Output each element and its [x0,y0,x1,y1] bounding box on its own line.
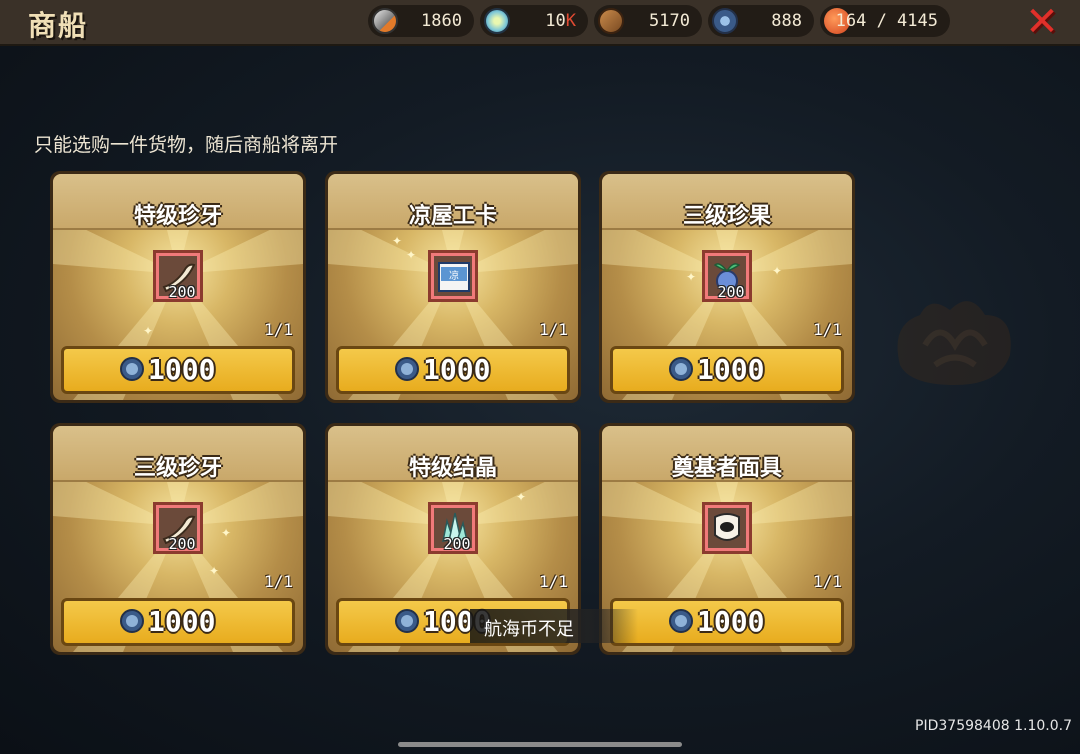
sea-coin-icon [395,357,419,381]
resource-wood: 5170 [594,5,702,37]
sea-coin-icon [669,357,693,381]
item-price: 1000 [697,353,765,386]
buy-button[interactable]: 1000 [336,346,570,394]
item-title: 三级珍牙 [133,456,222,481]
sparkle-icon: ✦ [516,490,527,504]
item-slot: 200 [153,502,203,554]
buy-button[interactable]: 1000 [610,346,844,394]
resource-iron-value: 1860 [421,11,462,31]
shop-card: 三级珍牙 200 ✦ ✦ 1/1 1000 [50,423,306,655]
shop-card: 特级珍牙 200 ✦ 1/1 1000 [50,171,306,403]
item-slot: 200 [153,250,203,302]
notice-text: 只能选购一件货物，随后商船将离开 [34,134,339,156]
sparkle-icon: ✦ [221,526,232,540]
shop-card: 凉屋工卡 凉 ✦ ✦ 1/1 1000 [325,171,581,403]
sea-coin-icon [120,357,144,381]
item-quantity: 200 [168,535,196,553]
item-price: 1000 [148,605,216,638]
item-slot: 200 [428,502,478,554]
item-stock: 1/1 [264,320,293,339]
item-slot: 凉 [428,250,478,302]
item-slot [702,502,752,554]
shop-card: 三级珍果 200 ✦ ✦ 1/1 1000 [599,171,855,403]
item-title: 特级结晶 [408,456,497,481]
item-price: 1000 [423,353,491,386]
page-title: 商船 [28,9,89,42]
resource-food-value: 164 / 4145 [835,11,938,31]
sparkle-icon: ✦ [772,264,783,278]
item-title: 奠基者面具 [671,456,782,481]
home-indicator[interactable] [398,742,682,747]
resource-crystal: 10K [480,5,588,37]
sparkle-icon: ✦ [143,324,154,338]
buy-button[interactable]: 1000 [61,598,295,646]
resource-sea-coin-value: 888 [771,11,802,31]
item-quantity: 200 [443,535,471,553]
iron-ore-icon [372,8,398,34]
toast-message: 航海币不足 [470,609,638,643]
item-stock: 1/1 [813,572,842,591]
id-card-text: 凉 [449,269,459,282]
item-price: 1000 [148,353,216,386]
item-title: 特级珍牙 [133,204,222,229]
resource-food: 164 / 4145 [820,5,950,37]
wood-log-icon [598,8,624,34]
item-stock: 1/1 [813,320,842,339]
resource-wood-value: 5170 [649,11,690,31]
item-slot: 200 [702,250,752,302]
top-bar: 商船 1860 10K 5170 888 164 / 4145 ✕ [0,0,1080,46]
item-quantity: 200 [717,283,745,301]
item-title: 三级珍果 [682,204,771,229]
sea-creature-silhouette [897,301,1011,385]
sea-coin-icon [120,609,144,633]
item-price: 1000 [697,605,765,638]
mask-icon [714,513,740,541]
sparkle-icon: ✦ [392,234,403,248]
close-button[interactable]: ✕ [1020,2,1064,42]
build-info: PID37598408 1.10.0.7 [915,718,1072,734]
item-quantity: 200 [168,283,196,301]
resource-crystal-suffix: K [565,11,576,31]
item-stock: 1/1 [264,572,293,591]
buy-button[interactable]: 1000 [61,346,295,394]
sparkle-icon: ✦ [209,564,220,578]
item-stock: 1/1 [539,320,568,339]
id-card-icon: 凉 [438,262,470,292]
toast-text: 航海币不足 [484,619,574,640]
sparkle-icon: ✦ [686,270,697,284]
resource-iron: 1860 [368,5,474,37]
crystal-disc-icon [484,8,510,34]
resource-crystal-value: 10 [545,11,566,31]
sea-coin-icon [669,609,693,633]
sparkle-icon: ✦ [406,248,417,262]
sea-coin-icon [395,609,419,633]
item-title: 凉屋工卡 [408,204,497,229]
buy-button[interactable]: 1000 [610,598,844,646]
sea-coin-icon [712,8,738,34]
resource-sea-coin: 888 [708,5,814,37]
item-stock: 1/1 [539,572,568,591]
